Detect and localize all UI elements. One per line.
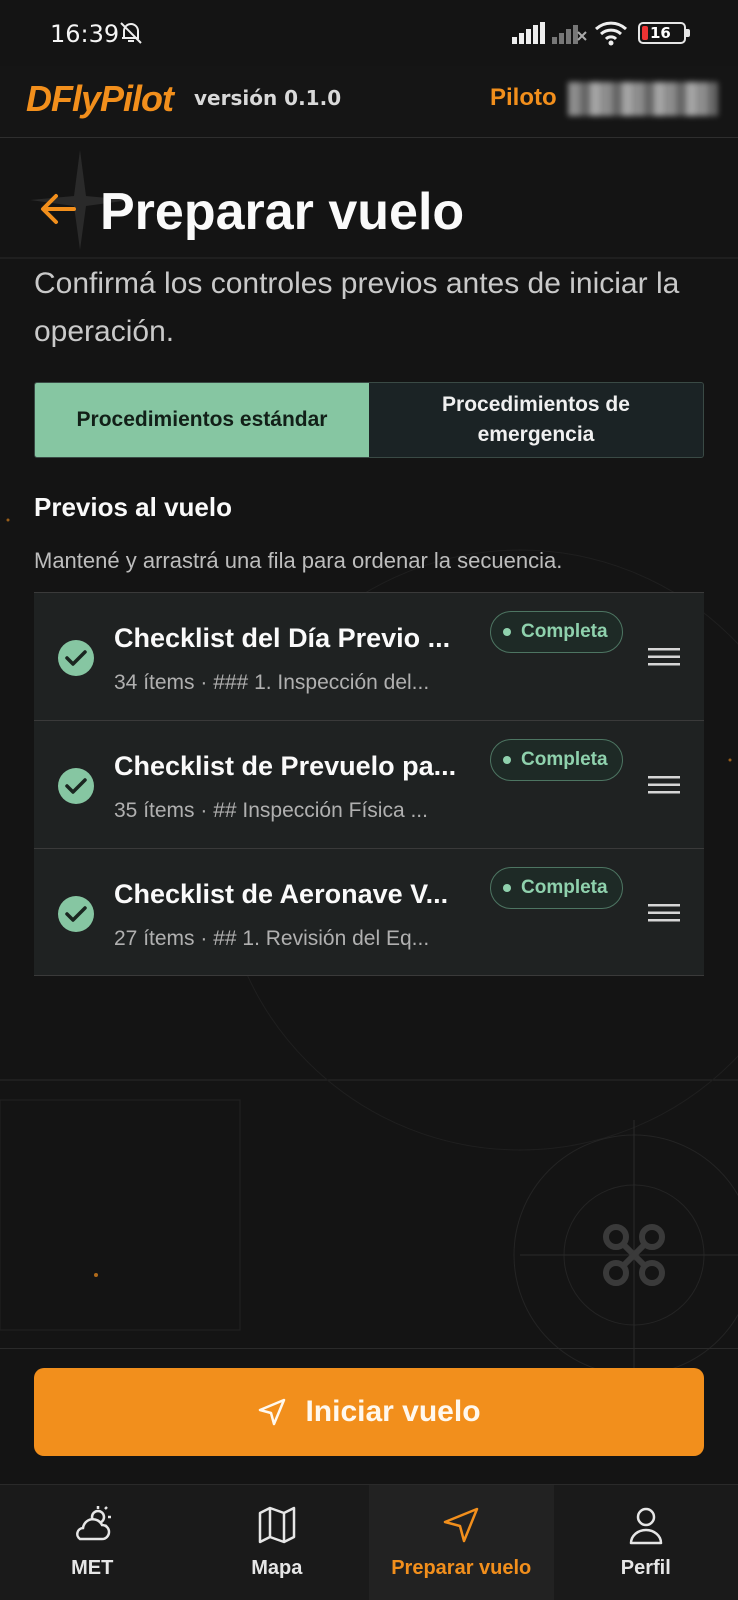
drag-handle-icon[interactable] (648, 775, 680, 795)
section-hint: Mantené y arrastrá una fila para ordenar… (34, 548, 563, 573)
drone-icon (603, 1224, 665, 1286)
checklist-row[interactable]: Checklist de Prevuelo pa... 35 ítems · #… (34, 720, 704, 848)
wifi-icon (594, 21, 628, 46)
status-badge: Completa (490, 739, 623, 781)
tab-standard-procedures[interactable]: Procedimientos estándar (35, 383, 369, 457)
nav-label: MET (71, 1557, 114, 1579)
bell-off-icon (120, 22, 142, 44)
pilot-label: Piloto (490, 84, 557, 111)
nav-item-met[interactable]: MET (0, 1485, 185, 1600)
checklist-list: Checklist del Día Previo ... 34 ítems · … (34, 592, 704, 976)
status-time: 16:39 (50, 20, 120, 48)
nav-label: Perfil (620, 1557, 671, 1579)
checklist-subtitle: 34 ítems · ### 1. Inspección del... (114, 671, 430, 694)
app-version: versión 0.1.0 (194, 86, 342, 110)
navigation-arrow-icon (259, 1398, 286, 1426)
checklist-title: Checklist de Prevuelo pa... (114, 751, 457, 781)
app-logo: DFlyPilot (26, 78, 174, 119)
checklist-title: Checklist de Aeronave V... (114, 879, 449, 909)
map-icon (258, 1506, 295, 1544)
nav-item-map[interactable]: Mapa (185, 1485, 370, 1600)
signal-icon (512, 22, 545, 44)
check-circle-icon (58, 768, 94, 804)
navigation-arrow-icon (444, 1507, 479, 1543)
app-header: DFlyPilot versión 0.1.0 Piloto (0, 66, 738, 138)
signal-off-icon (552, 25, 587, 44)
procedure-type-selector: Procedimientos estándar Procedimientos d… (34, 382, 704, 458)
check-circle-icon (58, 640, 94, 676)
pilot-name-redacted (568, 82, 718, 116)
bottom-navigation: MET Mapa Preparar vuelo Perfil (0, 1484, 738, 1600)
nav-item-profile[interactable]: Perfil (554, 1485, 738, 1600)
section-title: Previos al vuelo (34, 492, 232, 522)
cloud-sun-icon (76, 1506, 112, 1541)
battery-indicator: 16 (638, 22, 686, 44)
checklist-subtitle: 35 ítems · ## Inspección Física ... (114, 799, 428, 822)
status-bar: 16:39 16 (0, 0, 738, 66)
tab-emergency-procedures[interactable]: Procedimientos de emergencia (369, 383, 703, 457)
drag-handle-icon[interactable] (648, 647, 680, 667)
user-icon (629, 1507, 662, 1545)
drag-handle-icon[interactable] (648, 903, 680, 923)
bottom-divider (0, 1348, 738, 1349)
checklist-row[interactable]: Checklist de Aeronave V... 27 ítems · ##… (34, 848, 704, 976)
back-arrow-icon[interactable] (38, 192, 78, 226)
checklist-subtitle: 27 ítems · ## 1. Revisión del Eq... (114, 927, 430, 950)
status-badge: Completa (490, 611, 623, 653)
nav-item-prepare-flight[interactable]: Preparar vuelo (369, 1485, 554, 1600)
page-subtitle: Confirmá los controles previos antes de … (34, 267, 680, 348)
check-circle-icon (58, 896, 94, 932)
checklist-row[interactable]: Checklist del Día Previo ... 34 ítems · … (34, 592, 704, 720)
start-flight-button[interactable]: Iniciar vuelo (34, 1368, 704, 1456)
page-title: Preparar vuelo (100, 183, 465, 241)
nav-label: Mapa (251, 1557, 303, 1579)
checklist-title: Checklist del Día Previo ... (114, 623, 451, 653)
nav-label: Preparar vuelo (391, 1557, 532, 1579)
start-flight-label: Iniciar vuelo (305, 1395, 481, 1428)
status-badge: Completa (490, 867, 623, 909)
